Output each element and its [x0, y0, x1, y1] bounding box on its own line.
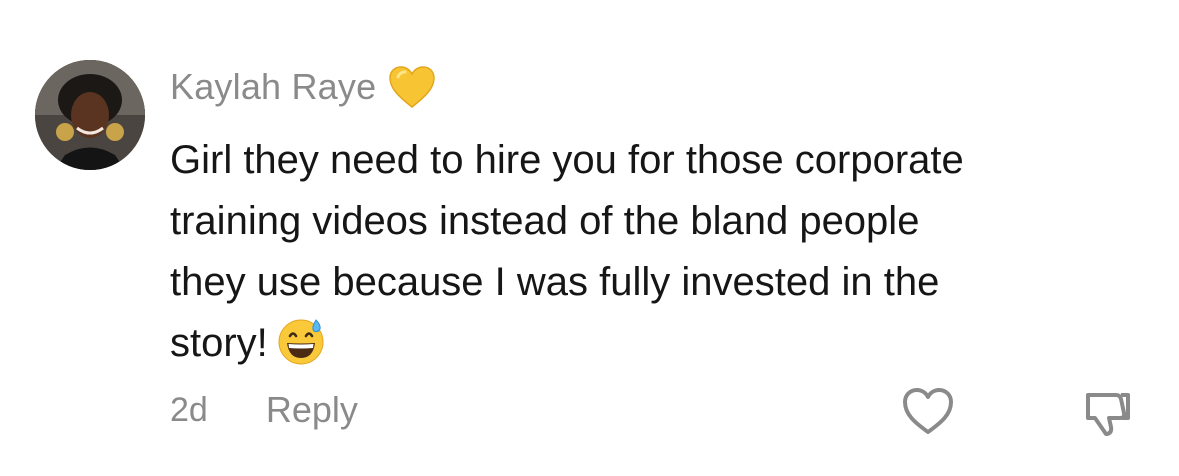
comment-text-line: Girl they need to hire you for those cor…	[170, 138, 964, 182]
comment-text: Girl they need to hire you for those cor…	[170, 130, 1160, 374]
heart-outline-icon[interactable]	[900, 385, 956, 437]
avatar[interactable]	[35, 60, 145, 170]
comment-text-line: they use because I was fully invested in…	[170, 260, 940, 304]
thumbs-down-icon[interactable]	[1080, 385, 1134, 439]
comment-text-last-line: story!	[170, 313, 1160, 374]
grinning-face-with-sweat-icon	[278, 319, 324, 365]
avatar-photo	[35, 60, 145, 170]
timestamp: 2d	[170, 390, 208, 429]
comment-meta: 2d Reply	[170, 385, 358, 435]
comment-item: Kaylah Raye Girl they need to hire you f…	[0, 0, 1179, 476]
comment-text-line: story!	[170, 321, 268, 365]
author-row: Kaylah Raye	[170, 62, 436, 112]
yellow-heart-icon	[389, 66, 436, 108]
reply-button[interactable]: Reply	[266, 389, 358, 431]
comment-text-line: training videos instead of the bland peo…	[170, 199, 920, 243]
author-name[interactable]: Kaylah Raye	[170, 66, 376, 108]
